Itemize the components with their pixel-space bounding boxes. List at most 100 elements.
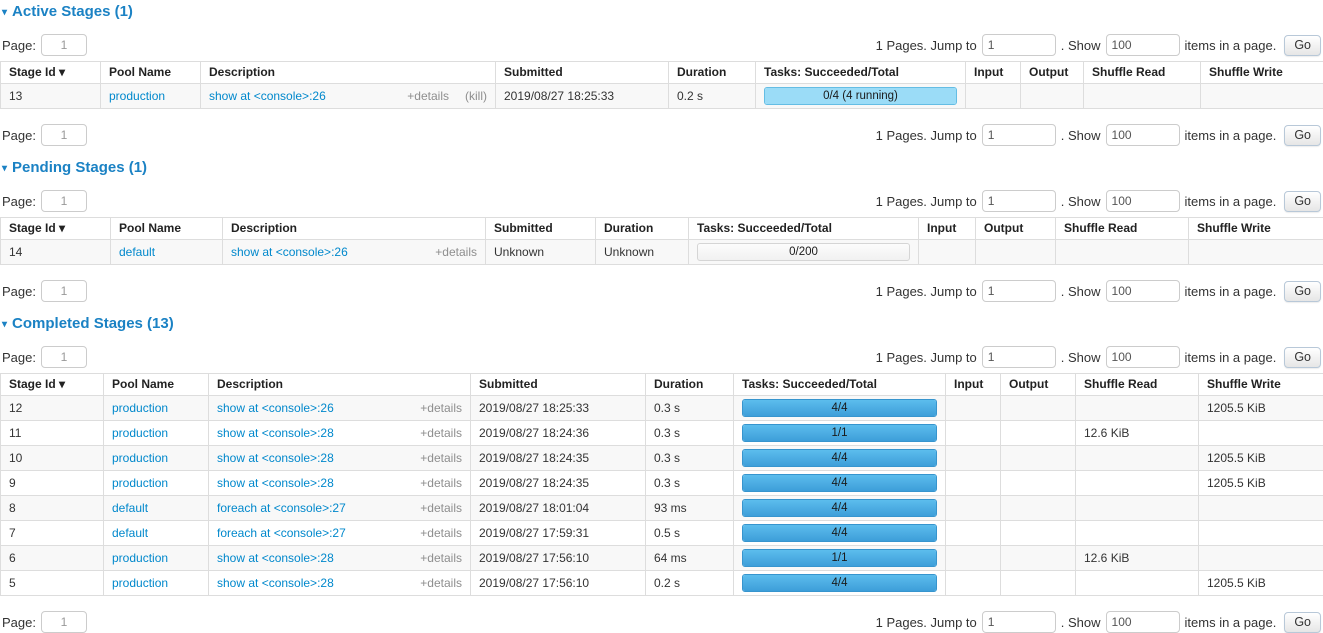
column-header-description[interactable]: Description (223, 218, 486, 240)
column-header-submitted[interactable]: Submitted (486, 218, 596, 240)
jump-to-input[interactable] (982, 280, 1056, 302)
column-header-pool-name[interactable]: Pool Name (104, 374, 209, 396)
column-header-output[interactable]: Output (1021, 62, 1084, 84)
page-number-input[interactable] (41, 190, 87, 212)
show-items-input[interactable] (1106, 280, 1180, 302)
description-link[interactable]: show at <console>:28 (217, 451, 334, 465)
column-header-stage-id[interactable]: Stage Id ▾ (1, 374, 104, 396)
description-link[interactable]: show at <console>:28 (217, 576, 334, 590)
column-header-tasks-succeeded-total[interactable]: Tasks: Succeeded/Total (734, 374, 946, 396)
section-title-label: Pending Stages (1) (12, 159, 147, 176)
show-label: . Show (1061, 284, 1101, 299)
column-header-submitted[interactable]: Submitted (496, 62, 669, 84)
description-link[interactable]: show at <console>:28 (217, 551, 334, 565)
page-number-input[interactable] (41, 611, 87, 633)
description-link[interactable]: show at <console>:28 (217, 476, 334, 490)
column-header-shuffle-write[interactable]: Shuffle Write (1199, 374, 1323, 396)
go-button[interactable]: Go (1284, 125, 1321, 146)
details-toggle[interactable]: +details (420, 576, 462, 590)
details-toggle[interactable]: +details (420, 501, 462, 515)
show-items-input[interactable] (1106, 34, 1180, 56)
show-items-input[interactable] (1106, 190, 1180, 212)
jump-to-input[interactable] (982, 346, 1056, 368)
details-toggle[interactable]: +details (420, 401, 462, 415)
show-items-input[interactable] (1106, 346, 1180, 368)
section-title[interactable]: ▾Completed Stages (13) (2, 315, 1323, 332)
stage-row: 13production+details(kill)show at <conso… (1, 84, 1323, 109)
go-button[interactable]: Go (1284, 612, 1321, 633)
column-header-pool-name[interactable]: Pool Name (111, 218, 223, 240)
jump-to-input[interactable] (982, 611, 1056, 633)
pool-name-cell: production (104, 546, 209, 571)
pool-name-link[interactable]: production (112, 451, 168, 465)
column-header-duration[interactable]: Duration (669, 62, 756, 84)
description-link[interactable]: show at <console>:26 (209, 89, 326, 103)
pool-name-link[interactable]: production (112, 576, 168, 590)
column-header-stage-id[interactable]: Stage Id ▾ (1, 62, 101, 84)
description-link[interactable]: foreach at <console>:27 (217, 501, 346, 515)
pool-name-link[interactable]: default (119, 245, 155, 259)
description-link[interactable]: foreach at <console>:27 (217, 526, 346, 540)
column-header-shuffle-write[interactable]: Shuffle Write (1201, 62, 1323, 84)
column-header-shuffle-write[interactable]: Shuffle Write (1189, 218, 1323, 240)
description-link[interactable]: show at <console>:26 (231, 245, 348, 259)
column-header-output[interactable]: Output (976, 218, 1056, 240)
column-header-stage-id[interactable]: Stage Id ▾ (1, 218, 111, 240)
output-cell (1021, 84, 1084, 109)
column-header-tasks-succeeded-total[interactable]: Tasks: Succeeded/Total (689, 218, 919, 240)
section-title[interactable]: ▾Pending Stages (1) (2, 159, 1323, 176)
jump-to-input[interactable] (982, 190, 1056, 212)
description-link[interactable]: show at <console>:28 (217, 426, 334, 440)
go-button[interactable]: Go (1284, 281, 1321, 302)
details-toggle[interactable]: +details (435, 245, 477, 259)
column-header-tasks-succeeded-total[interactable]: Tasks: Succeeded/Total (756, 62, 966, 84)
details-toggle[interactable]: +details (420, 476, 462, 490)
column-header-input[interactable]: Input (919, 218, 976, 240)
input-cell (946, 471, 1001, 496)
go-button[interactable]: Go (1284, 35, 1321, 56)
pool-name-cell: default (111, 240, 223, 265)
column-header-shuffle-read[interactable]: Shuffle Read (1084, 62, 1201, 84)
column-header-input[interactable]: Input (966, 62, 1021, 84)
stage-id-cell: 10 (1, 446, 104, 471)
jump-to-input[interactable] (982, 34, 1056, 56)
page-number-input[interactable] (41, 124, 87, 146)
section-title[interactable]: ▾Active Stages (1) (2, 3, 1323, 20)
details-toggle[interactable]: +details (407, 89, 449, 103)
column-header-submitted[interactable]: Submitted (471, 374, 646, 396)
column-header-description[interactable]: Description (201, 62, 496, 84)
details-toggle[interactable]: +details (420, 526, 462, 540)
pool-name-link[interactable]: production (112, 426, 168, 440)
page-number-input[interactable] (41, 346, 87, 368)
show-items-input[interactable] (1106, 124, 1180, 146)
column-header-duration[interactable]: Duration (596, 218, 689, 240)
column-header-pool-name[interactable]: Pool Name (101, 62, 201, 84)
column-header-input[interactable]: Input (946, 374, 1001, 396)
pool-name-link[interactable]: default (112, 501, 148, 515)
pool-name-link[interactable]: default (112, 526, 148, 540)
details-toggle[interactable]: +details (420, 426, 462, 440)
column-header-description[interactable]: Description (209, 374, 471, 396)
go-button[interactable]: Go (1284, 191, 1321, 212)
go-button[interactable]: Go (1284, 347, 1321, 368)
column-header-duration[interactable]: Duration (646, 374, 734, 396)
pool-name-link[interactable]: production (109, 89, 165, 103)
pool-name-link[interactable]: production (112, 551, 168, 565)
jump-to-input[interactable] (982, 124, 1056, 146)
input-cell (946, 446, 1001, 471)
column-header-shuffle-read[interactable]: Shuffle Read (1076, 374, 1199, 396)
page-number-input[interactable] (41, 34, 87, 56)
kill-link[interactable]: (kill) (465, 89, 487, 103)
show-items-input[interactable] (1106, 611, 1180, 633)
page-number-input[interactable] (41, 280, 87, 302)
shuffle-read-cell (1076, 446, 1199, 471)
page-label: Page: (2, 38, 36, 53)
pool-name-link[interactable]: production (112, 476, 168, 490)
column-header-shuffle-read[interactable]: Shuffle Read (1056, 218, 1189, 240)
description-link[interactable]: show at <console>:26 (217, 401, 334, 415)
details-toggle[interactable]: +details (420, 551, 462, 565)
duration-cell: 0.3 s (646, 396, 734, 421)
pool-name-link[interactable]: production (112, 401, 168, 415)
details-toggle[interactable]: +details (420, 451, 462, 465)
column-header-output[interactable]: Output (1001, 374, 1076, 396)
